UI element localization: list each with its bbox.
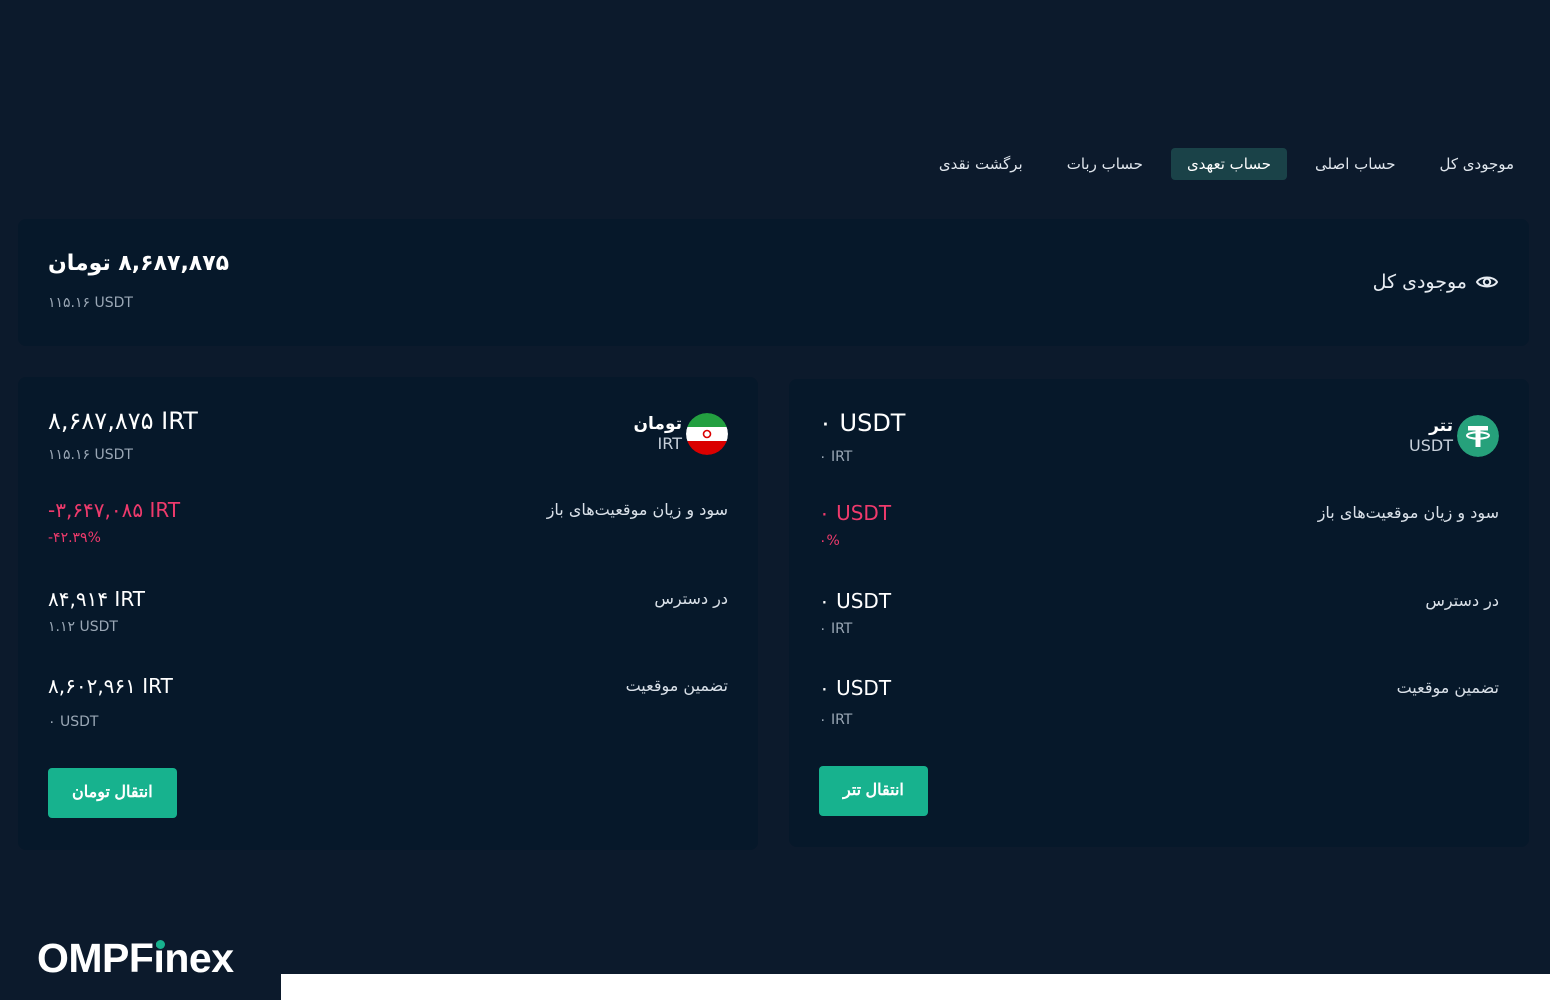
tether-name: تتر <box>1429 416 1453 437</box>
tether-available-value: ۰ USDT <box>819 589 892 613</box>
tether-code: USDT <box>1409 435 1453 455</box>
tab-total-balance[interactable]: موجودی کل <box>1424 148 1531 180</box>
tab-bot-account[interactable]: حساب ربات <box>1051 148 1159 180</box>
tab-margin-account[interactable]: حساب تعهدی <box>1170 148 1287 180</box>
tether-balance-irt: ۰ IRT <box>819 449 853 465</box>
ompfinex-logo: OMPFi nex <box>37 935 234 981</box>
footer-strip <box>281 974 1550 1000</box>
total-balance-amount: ۸,۶۸۷,۸۷۵ تومان <box>48 251 230 276</box>
toman-pnl-row: سود و زیان موقعیت‌های باز -۳,۶۴۷,۰۸۵ IRT… <box>48 498 728 560</box>
account-tabs: موجودی کل حساب اصلی حساب تعهدی حساب ربات… <box>923 148 1530 180</box>
page: موجودی کل حساب اصلی حساب تعهدی حساب ربات… <box>0 0 1550 1000</box>
eye-icon[interactable] <box>1475 271 1499 293</box>
toman-margin-label: تضمین موقعیت <box>625 676 728 695</box>
tether-available-irt: ۰ IRT <box>819 621 853 637</box>
toman-margin-usdt: ۰ USDT <box>48 714 99 730</box>
transfer-toman-button[interactable]: انتقال تومان <box>48 768 177 818</box>
tether-margin-value: ۰ USDT <box>819 676 892 700</box>
toman-wallet-header: تومان IRT <box>634 413 728 455</box>
toman-code: IRT <box>657 433 682 453</box>
tether-pnl-percent: ۰% <box>819 533 840 549</box>
toman-name: تومان <box>633 414 682 435</box>
tether-pnl-row: سود و زیان موقعیت‌های باز ۰ USDT ۰% <box>819 501 1499 563</box>
total-balance-usdt: ۱۱۵.۱۶ USDT <box>48 295 133 311</box>
tether-available-label: در دسترس <box>1425 591 1499 610</box>
iran-flag-icon <box>686 413 728 455</box>
tether-margin-irt: ۰ IRT <box>819 712 853 728</box>
tether-icon <box>1457 415 1499 457</box>
tab-main-account[interactable]: حساب اصلی <box>1299 148 1412 180</box>
tab-cashback[interactable]: برگشت نقدی <box>923 148 1039 180</box>
total-balance-header: موجودی کل <box>1373 271 1499 293</box>
tether-balance: ۰ USDT <box>819 409 906 437</box>
toman-pnl-label: سود و زیان موقعیت‌های باز <box>546 500 728 519</box>
tether-margin-row: تضمین موقعیت ۰ USDT ۰ IRT <box>819 676 1499 738</box>
total-balance-label: موجودی کل <box>1372 271 1467 293</box>
tether-wallet-card: تتر USDT ۰ USDT ۰ IRT سود و زیان موقعیت‌… <box>789 379 1529 847</box>
toman-margin-value: ۸,۶۰۲,۹۶۱ IRT <box>48 674 173 698</box>
tether-available-row: در دسترس ۰ USDT ۰ IRT <box>819 589 1499 651</box>
toman-available-value: ۸۴,۹۱۴ IRT <box>48 587 145 611</box>
toman-pnl-percent: -۴۲.۳۹% <box>48 530 101 546</box>
tether-margin-label: تضمین موقعیت <box>1396 678 1499 697</box>
tether-pnl-value: ۰ USDT <box>819 501 892 525</box>
toman-balance-usdt: ۱۱۵.۱۶ USDT <box>48 447 133 463</box>
toman-available-usdt: ۱.۱۲ USDT <box>48 619 118 635</box>
tether-pnl-label: سود و زیان موقعیت‌های باز <box>1317 503 1499 522</box>
toman-pnl-value: -۳,۶۴۷,۰۸۵ IRT <box>48 498 181 522</box>
toman-available-row: در دسترس ۸۴,۹۱۴ IRT ۱.۱۲ USDT <box>48 587 728 649</box>
toman-balance: ۸,۶۸۷,۸۷۵ IRT <box>48 407 198 435</box>
toman-margin-row: تضمین موقعیت ۸,۶۰۲,۹۶۱ IRT ۰ USDT <box>48 674 728 736</box>
total-balance-card: ۸,۶۸۷,۸۷۵ تومان ۱۱۵.۱۶ USDT موجودی کل <box>18 219 1529 346</box>
tether-wallet-header: تتر USDT <box>1409 415 1499 457</box>
toman-wallet-card: تومان IRT ۸,۶۸۷,۸۷۵ IRT ۱۱۵.۱۶ USDT سود … <box>18 377 758 850</box>
toman-available-label: در دسترس <box>654 589 728 608</box>
transfer-tether-button[interactable]: انتقال تتر <box>819 766 928 816</box>
